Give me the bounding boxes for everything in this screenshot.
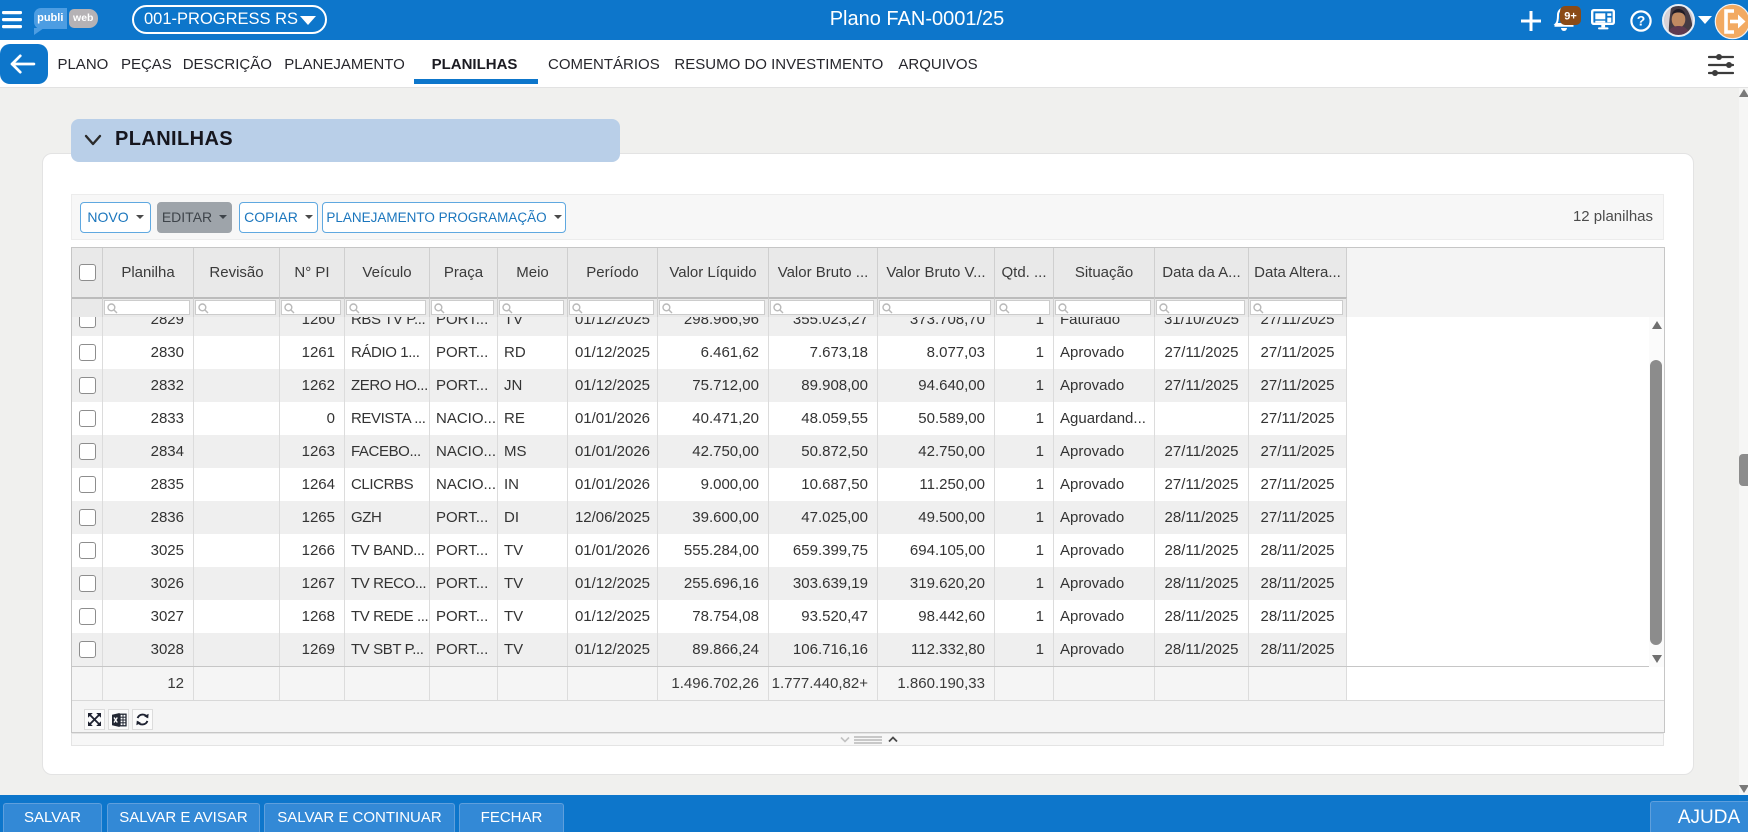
svg-text:9+: 9+: [1564, 11, 1577, 23]
svg-text:?: ?: [1637, 12, 1646, 28]
